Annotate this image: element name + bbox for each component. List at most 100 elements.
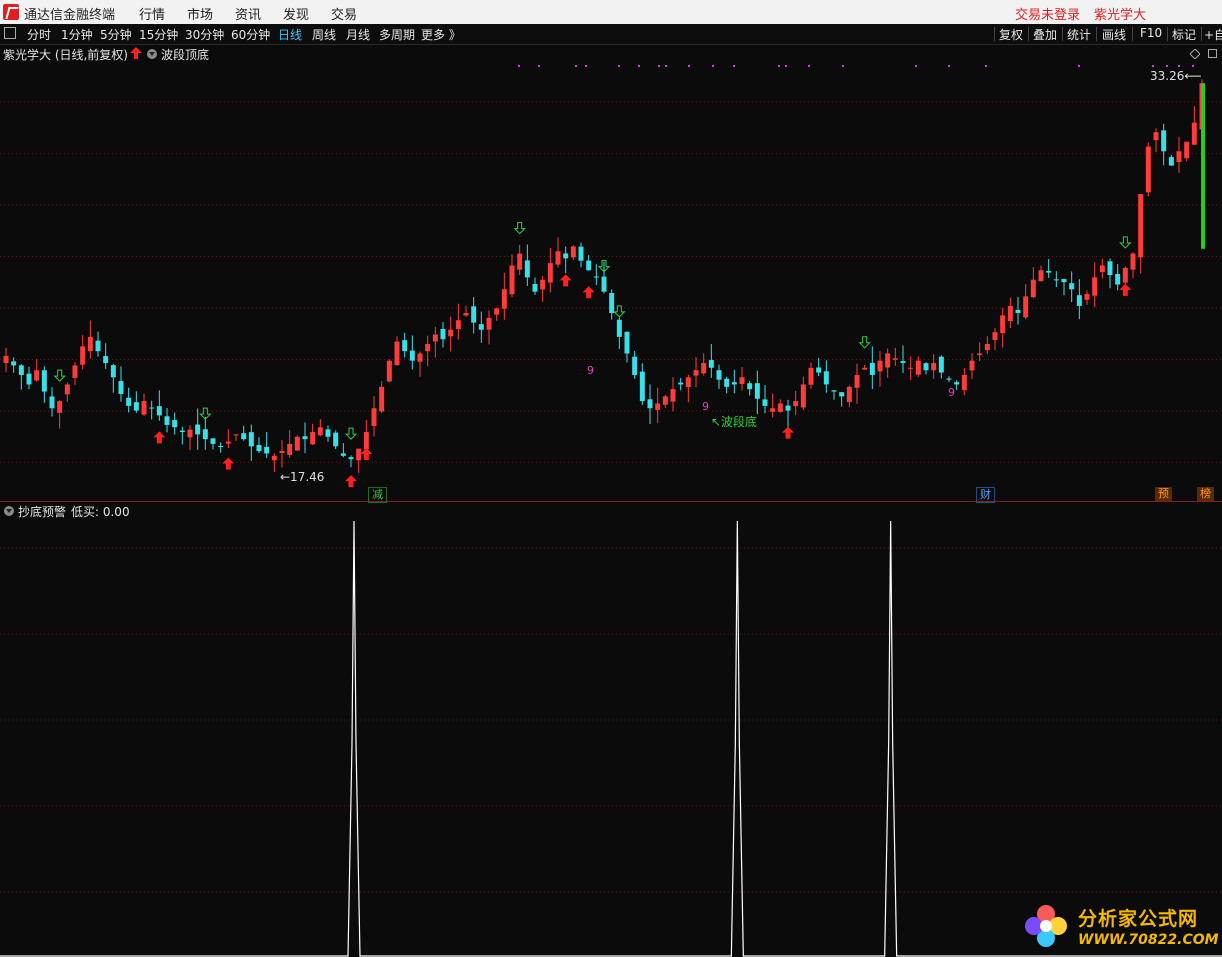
candle-up [570,246,576,258]
flower-logo-icon [1025,905,1067,947]
buy-arrow-icon [222,457,235,470]
candle-up [977,353,983,356]
candle-down [126,397,132,406]
period-multi[interactable]: 多周期 [379,26,415,43]
sell-arrow-icon [858,336,871,349]
candle-up [371,408,377,426]
pane-divider[interactable] [0,501,1222,502]
candle-up [1191,122,1197,145]
period-5min[interactable]: 5分钟 [100,26,132,43]
candle-down [402,340,408,352]
period-60min[interactable]: 60分钟 [231,26,270,43]
candle-down [616,319,622,337]
tool-adjust[interactable]: 复权 [999,26,1023,43]
candle-up [1030,279,1036,298]
period-daily[interactable]: 日线 [278,26,302,43]
panel-toggle-icon[interactable] [4,27,16,39]
period-1min[interactable]: 1分钟 [61,26,93,43]
watermark-logo: 分析家公式网 WWW.70822.COM [1020,898,1220,954]
period-30min[interactable]: 30分钟 [185,26,224,43]
period-monthly[interactable]: 月线 [346,26,370,43]
signal-dot [518,65,520,67]
period-15min[interactable]: 15分钟 [139,26,178,43]
signal-dot [1078,65,1080,67]
candle-down [900,361,906,364]
event-tag-finance[interactable]: 财 [976,487,995,503]
menu-item-market[interactable]: 行情 [139,4,165,23]
tool-stats[interactable]: 统计 [1067,26,1091,43]
candle-down [647,399,653,409]
signal-dot [1166,65,1168,67]
period-more[interactable]: 更多 》 [421,26,461,43]
candle-up [547,263,553,283]
candle-up [501,289,507,309]
menu-item-discover[interactable]: 发现 [283,4,309,23]
candle-up [931,363,937,371]
period-tick[interactable]: 分时 [27,26,51,43]
signal-dot [1152,65,1154,67]
candle-up [862,367,868,370]
candle-down [946,378,952,380]
high-price-label: 33.26⟵ [1150,69,1202,83]
candle-up [1007,305,1013,322]
event-tag-forecast[interactable]: 预 [1155,487,1172,501]
candle-up [770,408,776,412]
candle-up [187,429,193,438]
watermark-name: 分析家公式网 [1078,908,1199,930]
candle-down [586,260,592,271]
tool-draw[interactable]: 画线 [1102,26,1126,43]
candle-down [823,371,829,385]
candle-up [885,353,891,368]
candle-down [256,445,262,452]
tool-f10[interactable]: F10 [1140,26,1162,40]
tool-overlay[interactable]: 叠加 [1033,26,1057,43]
candle-down [1115,273,1121,285]
candle-down [241,433,247,440]
login-status[interactable]: 交易未登录 [1015,4,1080,23]
candle-down [26,373,32,385]
candle-down [923,363,929,371]
candle-down [440,328,446,340]
candle-down [1161,130,1167,152]
candle-down [18,365,24,375]
candle-up [969,360,975,371]
candle-up [509,265,515,295]
menu-item-news[interactable]: 资讯 [235,4,261,23]
buy-arrow-icon [559,274,572,287]
candle-up [793,401,799,407]
tool-custom[interactable]: +自 [1204,26,1222,43]
candle-up [64,384,70,395]
signal-dot [985,65,987,67]
candle-down [754,383,760,399]
maximize-icon[interactable] [1208,49,1217,58]
candle-up [1138,194,1144,258]
event-tag-reduce[interactable]: 减 [368,487,387,503]
event-tag-rank[interactable]: 榜 [1197,487,1214,501]
candle-up [961,374,967,391]
menu-item-trade[interactable]: 交易 [331,4,357,23]
sub-indicator-menu-icon[interactable] [4,506,14,516]
buy-arrow-icon [782,426,794,439]
tool-mark[interactable]: 标记 [1172,26,1196,43]
menu-item-exchange[interactable]: 市场 [187,4,213,23]
candle-up [310,432,316,445]
indicator-menu-icon[interactable] [147,49,157,59]
diamond-icon[interactable] [1190,49,1200,59]
candle-up [394,341,400,366]
candle-down [1046,270,1052,273]
candle-down [118,381,124,394]
candle-down [149,407,155,409]
candlestick-chart[interactable]: 33.26⟵←17.46↖波段底999 [0,62,1222,500]
wave-bottom-label: ↖波段底 [711,414,757,429]
candle-down [164,416,170,425]
candle-down [1168,157,1174,166]
candle-down [762,399,768,406]
period-weekly[interactable]: 周线 [312,26,336,43]
signal-dot [665,65,667,67]
app-title: 通达信金融终端 [24,8,116,23]
candle-down [49,396,55,409]
signal-dot [638,65,640,67]
buy-arrow-icon [1119,283,1132,296]
candle-down [110,365,116,378]
indicator-chart[interactable] [0,518,1222,957]
